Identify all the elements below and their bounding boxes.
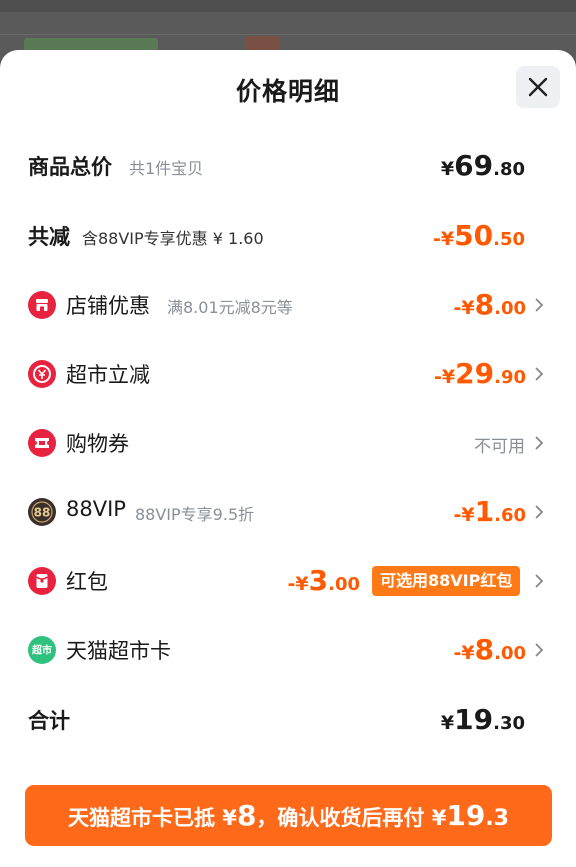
total-reduction-note: 含88VIP专享优惠 ¥ 1.60: [82, 229, 264, 248]
confirm-payment-text: 天猫超市卡已抵 ¥8，确认收货后再付 ¥19.3: [68, 799, 509, 832]
background-divider: [0, 34, 576, 35]
tmall-card-amount: -¥8.00: [453, 633, 526, 666]
row-total-items: 商品总价 共1件宝贝 ¥69.80: [0, 146, 576, 186]
chevron-right-icon: [535, 436, 544, 450]
vip-red-packet-tag[interactable]: 可选用88VIP红包: [372, 566, 521, 596]
close-icon: [528, 77, 548, 97]
red-packet-label: 红包: [66, 570, 108, 594]
store-discount-amount: -¥8.00: [453, 288, 526, 321]
row-red-packet[interactable]: 红包 -¥3.00 可选用88VIP红包: [0, 561, 576, 601]
store-icon: [28, 291, 56, 319]
background-strip: [0, 0, 576, 12]
store-discount-label: 店铺优惠: [66, 294, 150, 318]
chevron-right-icon: [535, 367, 544, 381]
ticket-icon: [28, 429, 56, 457]
vip-amount: -¥1.60: [453, 495, 526, 528]
store-discount-note: 满8.01元减8元等: [167, 298, 293, 317]
vip-label: 88VIP: [66, 497, 126, 521]
total-items-amount: ¥69.80: [440, 149, 525, 182]
yuan-down-icon: [28, 360, 56, 388]
tmall-market-icon: 超市: [28, 636, 56, 664]
shopping-coupon-status: 不可用: [474, 437, 525, 457]
88vip-icon: 88: [28, 498, 56, 526]
svg-text:88: 88: [34, 506, 51, 520]
row-grand-total: 合计 ¥19.30: [0, 700, 576, 740]
chevron-right-icon: [535, 298, 544, 312]
close-button[interactable]: [516, 66, 560, 108]
red-packet-amount: -¥3.00: [287, 564, 360, 597]
svg-text:超市: 超市: [31, 644, 52, 657]
tmall-card-label: 天猫超市卡: [66, 639, 171, 663]
red-packet-icon: [28, 567, 56, 595]
chevron-right-icon: [535, 643, 544, 657]
total-items-label: 商品总价: [28, 155, 112, 179]
vip-note: 88VIP专享9.5折: [135, 505, 255, 524]
chevron-right-icon: [535, 505, 544, 519]
row-store-discount[interactable]: 店铺优惠 满8.01元减8元等 -¥8.00: [0, 285, 576, 325]
row-tmall-card[interactable]: 超市 天猫超市卡 -¥8.00: [0, 630, 576, 670]
total-reduction-amount: -¥50.50: [433, 219, 525, 252]
row-88vip[interactable]: 88 88VIP 88VIP专享9.5折 -¥1.60: [0, 492, 576, 532]
sheet-title: 价格明细: [235, 77, 340, 106]
grand-total-label: 合计: [28, 709, 70, 733]
chevron-right-icon: [535, 574, 544, 588]
shopping-coupon-label: 购物券: [66, 432, 129, 456]
row-shopping-coupon[interactable]: 购物券 不可用: [0, 423, 576, 463]
total-reduction-label: 共减: [28, 225, 70, 249]
grand-total-amount: ¥19.30: [440, 703, 525, 736]
market-reduction-label: 超市立减: [66, 363, 150, 387]
total-items-count: 共1件宝贝: [129, 159, 204, 178]
row-total-reduction: 共减 含88VIP专享优惠 ¥ 1.60 -¥50.50: [0, 216, 576, 256]
row-market-reduction[interactable]: 超市立减 -¥29.90: [0, 354, 576, 394]
confirm-payment-button[interactable]: 天猫超市卡已抵 ¥8，确认收货后再付 ¥19.3: [25, 785, 552, 846]
price-detail-sheet: 价格明细 商品总价 共1件宝贝 ¥69.80 共减 含88VIP专享优惠 ¥ 1…: [0, 50, 576, 867]
market-reduction-amount: -¥29.90: [434, 357, 526, 390]
